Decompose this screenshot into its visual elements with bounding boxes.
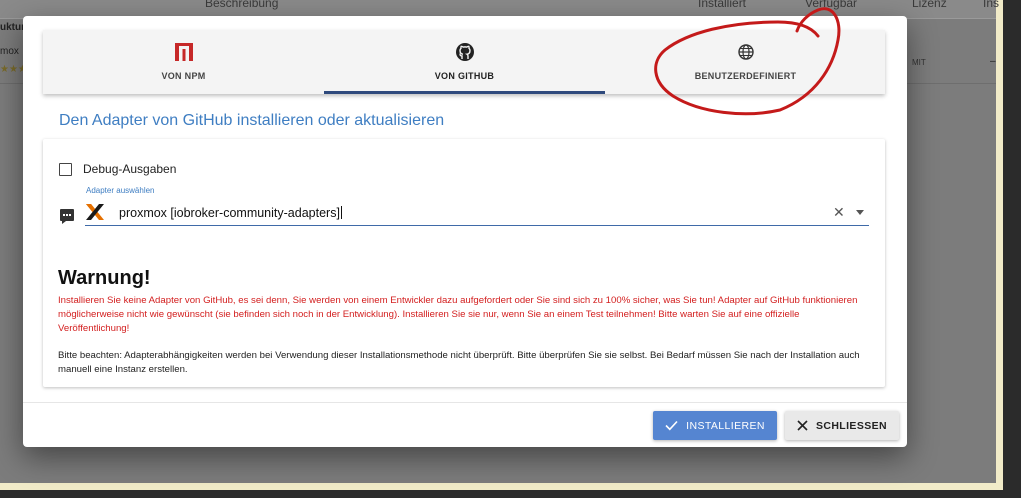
install-adapter-dialog: VON NPM VON GITHUB BENUTZERDEFINIERT Den…: [23, 16, 907, 447]
tab-from-npm[interactable]: VON NPM: [43, 30, 324, 94]
warning-title: Warnung!: [58, 267, 151, 289]
install-button[interactable]: INSTALLIEREN: [653, 411, 777, 440]
dropdown-arrow-icon[interactable]: [856, 210, 864, 215]
tab-label: VON GITHUB: [434, 71, 495, 81]
adapter-select-label: Adapter auswählen: [86, 186, 155, 195]
background-row-name: mox: [0, 46, 19, 57]
debug-output-label: Debug-Ausgaben: [83, 162, 177, 176]
globe-icon: [737, 44, 754, 60]
column-ins: Ins: [983, 0, 1000, 10]
tab-custom[interactable]: BENUTZERDEFINIERT: [605, 30, 886, 94]
adapter-select-value[interactable]: proxmox [iobroker-community-adapters]: [119, 206, 342, 220]
background-license-value: MIT: [912, 58, 926, 67]
npm-icon: [174, 43, 193, 61]
column-available: Verfügbar: [805, 0, 858, 10]
proxmox-logo-icon: [86, 204, 104, 220]
active-tab-indicator: [324, 91, 605, 94]
check-icon: [665, 420, 678, 431]
column-installed: Installiert: [698, 0, 747, 10]
installation-note: Bitte beachten: Adapterabhängigkeiten we…: [58, 350, 860, 375]
background-dash: –: [990, 56, 996, 67]
clear-selection-icon[interactable]: ✕: [833, 204, 845, 221]
install-button-label: INSTALLIEREN: [686, 419, 765, 432]
install-options-card: Debug-Ausgaben Adapter auswählen proxmox…: [43, 139, 885, 387]
dialog-footer-divider: [23, 402, 907, 403]
chat-icon: [60, 209, 74, 224]
install-source-tabs: VON NPM VON GITHUB BENUTZERDEFINIERT: [43, 30, 885, 94]
close-icon: [797, 420, 808, 431]
close-button[interactable]: SCHLIESSEN: [785, 411, 899, 440]
column-description: Beschreibung: [205, 0, 279, 10]
tab-from-github[interactable]: VON GITHUB: [324, 30, 605, 94]
tab-label: VON NPM: [161, 71, 206, 81]
column-license: Lizenz: [912, 0, 947, 10]
adapter-select[interactable]: proxmox [iobroker-community-adapters] ✕: [85, 199, 869, 226]
close-button-label: SCHLIESSEN: [815, 419, 888, 432]
tab-label: BENUTZERDEFINIERT: [694, 71, 797, 81]
debug-output-checkbox[interactable]: [59, 163, 72, 176]
dialog-title: Den Adapter von GitHub installieren oder…: [59, 112, 445, 129]
text-cursor: [340, 206, 342, 219]
github-icon: [455, 43, 474, 61]
warning-text: Installieren Sie keine Adapter von GitHu…: [58, 295, 858, 334]
